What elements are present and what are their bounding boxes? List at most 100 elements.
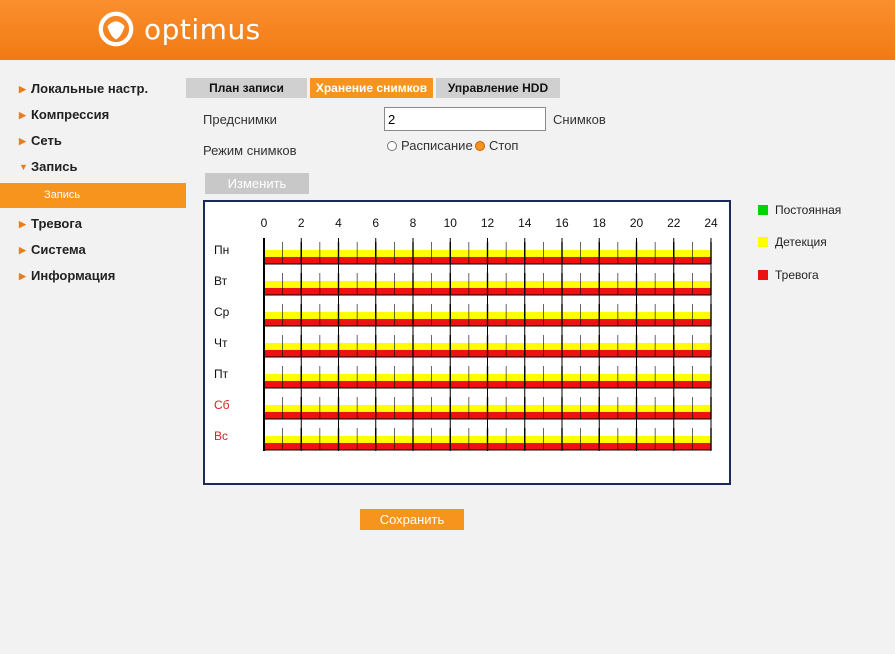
schedule-cell-alarm[interactable]: [599, 442, 618, 450]
schedule-cell-motion[interactable]: [617, 342, 637, 350]
schedule-cell-motion[interactable]: [655, 435, 674, 443]
schedule-cell-alarm[interactable]: [319, 380, 339, 388]
schedule-cell-alarm[interactable]: [264, 349, 283, 357]
schedule-cell-alarm[interactable]: [692, 380, 711, 388]
schedule-cell-alarm[interactable]: [338, 380, 358, 388]
schedule-cell-alarm[interactable]: [413, 287, 432, 295]
schedule-cell-alarm[interactable]: [413, 349, 432, 357]
schedule-cell-alarm[interactable]: [524, 349, 544, 357]
schedule-cell-alarm[interactable]: [655, 411, 674, 419]
schedule-cell-alarm[interactable]: [282, 411, 302, 419]
schedule-cell-alarm[interactable]: [431, 380, 451, 388]
schedule-cell-motion[interactable]: [431, 404, 451, 412]
schedule-cell-alarm[interactable]: [301, 442, 320, 450]
schedule-cell-alarm[interactable]: [543, 380, 562, 388]
schedule-cell-alarm[interactable]: [357, 256, 376, 264]
schedule-cell-motion[interactable]: [431, 280, 451, 288]
schedule-cell-alarm[interactable]: [394, 287, 413, 295]
save-button[interactable]: Сохранить: [360, 509, 464, 530]
schedule-cell-alarm[interactable]: [506, 287, 525, 295]
schedule-cell-alarm[interactable]: [338, 287, 358, 295]
schedule-cell-alarm[interactable]: [375, 411, 395, 419]
schedule-cell-alarm[interactable]: [673, 411, 693, 419]
schedule-cell-motion[interactable]: [413, 249, 432, 257]
schedule-cell-alarm[interactable]: [692, 256, 711, 264]
schedule-cell-motion[interactable]: [692, 311, 711, 319]
schedule-cell-alarm[interactable]: [673, 256, 693, 264]
schedule-cell-motion[interactable]: [431, 435, 451, 443]
schedule-cell-alarm[interactable]: [450, 287, 469, 295]
schedule-cell-alarm[interactable]: [599, 380, 618, 388]
schedule-cell-alarm[interactable]: [375, 318, 395, 326]
schedule-cell-motion[interactable]: [413, 280, 432, 288]
schedule-cell-motion[interactable]: [692, 404, 711, 412]
schedule-cell-motion[interactable]: [673, 342, 693, 350]
schedule-cell-motion[interactable]: [282, 311, 302, 319]
schedule-cell-motion[interactable]: [431, 373, 451, 381]
schedule-cell-motion[interactable]: [524, 249, 544, 257]
schedule-cell-motion[interactable]: [375, 280, 395, 288]
schedule-cell-motion[interactable]: [468, 311, 488, 319]
schedule-cell-alarm[interactable]: [357, 318, 376, 326]
schedule-cell-alarm[interactable]: [599, 411, 618, 419]
schedule-cell-alarm[interactable]: [394, 349, 413, 357]
schedule-cell-motion[interactable]: [562, 280, 581, 288]
schedule-cell-alarm[interactable]: [319, 411, 339, 419]
schedule-cell-alarm[interactable]: [599, 318, 618, 326]
schedule-cell-alarm[interactable]: [580, 442, 600, 450]
schedule-cell-alarm[interactable]: [617, 287, 637, 295]
schedule-cell-alarm[interactable]: [319, 318, 339, 326]
schedule-cell-alarm[interactable]: [431, 411, 451, 419]
schedule-cell-motion[interactable]: [562, 311, 581, 319]
schedule-cell-alarm[interactable]: [673, 380, 693, 388]
schedule-cell-motion[interactable]: [599, 404, 618, 412]
tab-snapshot-storage[interactable]: Хранение снимков: [310, 78, 433, 98]
schedule-cell-alarm[interactable]: [655, 442, 674, 450]
schedule-cell-motion[interactable]: [562, 404, 581, 412]
schedule-cell-motion[interactable]: [673, 435, 693, 443]
schedule-cell-alarm[interactable]: [506, 411, 525, 419]
schedule-cell-alarm[interactable]: [431, 256, 451, 264]
schedule-cell-alarm[interactable]: [394, 411, 413, 419]
schedule-cell-alarm[interactable]: [338, 318, 358, 326]
schedule-cell-motion[interactable]: [636, 342, 656, 350]
schedule-cell-alarm[interactable]: [673, 318, 693, 326]
tab-hdd-management[interactable]: Управление HDD: [436, 78, 560, 98]
schedule-cell-motion[interactable]: [357, 249, 376, 257]
mode-schedule-radio[interactable]: [387, 141, 397, 151]
mode-stop-radio[interactable]: [475, 141, 485, 151]
schedule-cell-motion[interactable]: [562, 342, 581, 350]
schedule-cell-alarm[interactable]: [468, 256, 488, 264]
schedule-cell-alarm[interactable]: [562, 318, 581, 326]
schedule-cell-motion[interactable]: [375, 435, 395, 443]
schedule-cell-motion[interactable]: [338, 342, 358, 350]
schedule-cell-alarm[interactable]: [599, 349, 618, 357]
schedule-cell-alarm[interactable]: [282, 380, 302, 388]
schedule-cell-alarm[interactable]: [487, 380, 507, 388]
schedule-cell-motion[interactable]: [264, 249, 283, 257]
schedule-cell-motion[interactable]: [506, 249, 525, 257]
schedule-cell-motion[interactable]: [617, 311, 637, 319]
schedule-cell-alarm[interactable]: [357, 380, 376, 388]
schedule-cell-alarm[interactable]: [636, 380, 656, 388]
schedule-cell-motion[interactable]: [394, 373, 413, 381]
schedule-cell-motion[interactable]: [543, 435, 562, 443]
schedule-cell-motion[interactable]: [450, 311, 469, 319]
schedule-cell-alarm[interactable]: [431, 442, 451, 450]
schedule-cell-alarm[interactable]: [692, 349, 711, 357]
schedule-cell-alarm[interactable]: [413, 442, 432, 450]
schedule-cell-motion[interactable]: [282, 249, 302, 257]
schedule-cell-alarm[interactable]: [562, 380, 581, 388]
schedule-cell-alarm[interactable]: [264, 256, 283, 264]
schedule-cell-alarm[interactable]: [375, 256, 395, 264]
schedule-cell-motion[interactable]: [543, 404, 562, 412]
schedule-cell-motion[interactable]: [524, 435, 544, 443]
schedule-cell-motion[interactable]: [487, 404, 507, 412]
schedule-cell-motion[interactable]: [506, 373, 525, 381]
schedule-cell-motion[interactable]: [394, 311, 413, 319]
sidebar-item-info[interactable]: ▶ Информация: [19, 268, 115, 283]
schedule-cell-motion[interactable]: [282, 373, 302, 381]
schedule-cell-alarm[interactable]: [487, 442, 507, 450]
schedule-cell-motion[interactable]: [617, 435, 637, 443]
schedule-cell-motion[interactable]: [338, 435, 358, 443]
